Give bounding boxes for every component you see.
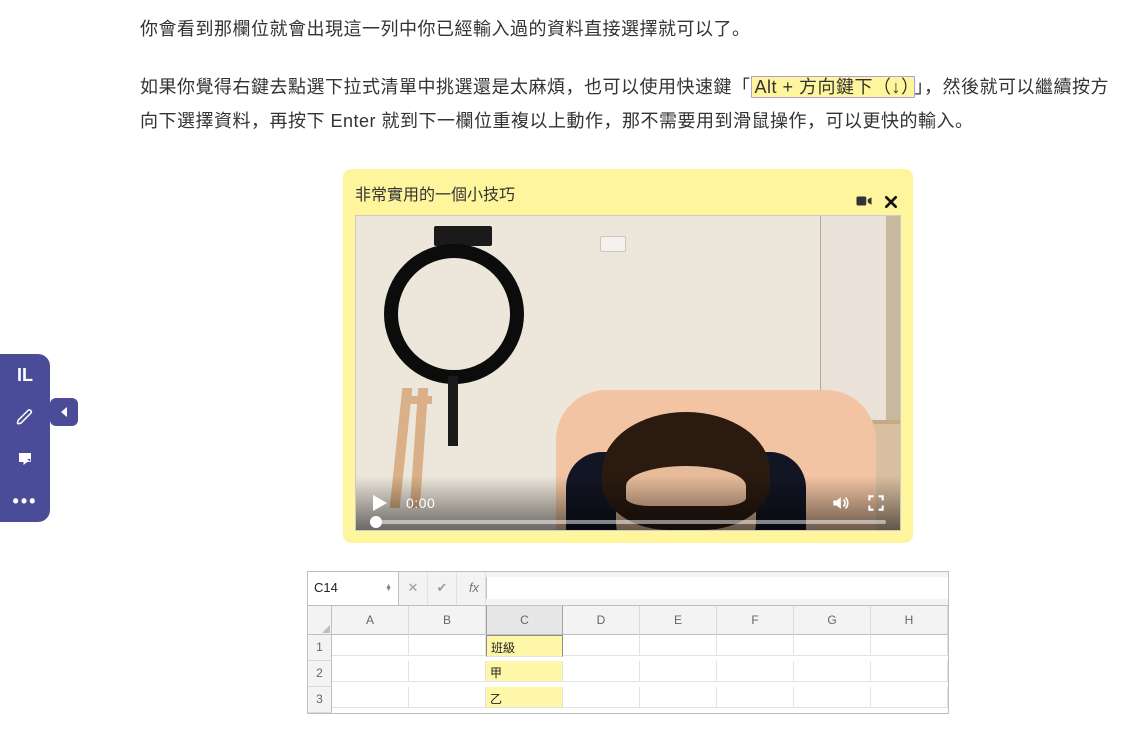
keyboard-shortcut-highlight: Alt + 方向鍵下（↓） bbox=[751, 76, 915, 98]
cell-H1[interactable] bbox=[871, 635, 948, 656]
confirm-icon[interactable]: ✔ bbox=[428, 572, 457, 605]
cell-D1[interactable] bbox=[563, 635, 640, 656]
cell-H2[interactable] bbox=[871, 661, 948, 682]
cell-H3[interactable] bbox=[871, 687, 948, 708]
side-toolbar: IL ••• bbox=[0, 354, 50, 522]
col-header-G[interactable]: G bbox=[794, 606, 871, 636]
camera-icon[interactable] bbox=[855, 187, 873, 205]
video-player[interactable]: 0:00 bbox=[355, 215, 901, 531]
col-header-C[interactable]: C bbox=[486, 606, 563, 636]
col-header-B[interactable]: B bbox=[409, 606, 486, 636]
paragraph-2: 如果你覺得右鍵去點選下拉式清單中挑選還是太麻煩，也可以使用快速鍵「Alt + 方… bbox=[140, 70, 1116, 138]
cell-G1[interactable] bbox=[794, 635, 871, 656]
toolbar-note[interactable] bbox=[0, 438, 50, 480]
formula-bar: C14 ▲▼ ✕ ✔ fx bbox=[308, 572, 948, 606]
row-header-2[interactable]: 2 bbox=[308, 661, 332, 687]
toolbar-more[interactable]: ••• bbox=[0, 480, 50, 522]
video-title: 非常實用的一個小技巧 bbox=[355, 181, 515, 211]
fx-label[interactable]: fx bbox=[457, 572, 486, 605]
paragraph-1: 你會看到那欄位就會出現這一列中你已經輸入過的資料直接選擇就可以了。 bbox=[140, 12, 1116, 46]
close-icon[interactable] bbox=[883, 187, 901, 205]
cell-A1[interactable] bbox=[332, 635, 409, 656]
cell-A3[interactable] bbox=[332, 687, 409, 708]
col-header-A[interactable]: A bbox=[332, 606, 409, 636]
cell-G3[interactable] bbox=[794, 687, 871, 708]
seek-handle[interactable] bbox=[370, 516, 382, 528]
video-current-time: 0:00 bbox=[406, 490, 435, 517]
name-box[interactable]: C14 ▲▼ bbox=[308, 572, 399, 605]
toolbar-collapse[interactable] bbox=[50, 398, 78, 426]
cell-A2[interactable] bbox=[332, 661, 409, 682]
spreadsheet-screenshot: C14 ▲▼ ✕ ✔ fx ABCDEFGH 1 班級 2 甲 3 乙 bbox=[307, 571, 949, 714]
cell-D3[interactable] bbox=[563, 687, 640, 708]
cell-C3[interactable]: 乙 bbox=[486, 687, 563, 708]
col-header-H[interactable]: H bbox=[871, 606, 948, 636]
video-annotation-card: 非常實用的一個小技巧 bbox=[343, 169, 913, 543]
col-header-F[interactable]: F bbox=[717, 606, 794, 636]
select-all-corner[interactable] bbox=[308, 606, 332, 636]
cell-C1[interactable]: 班級 bbox=[486, 635, 563, 657]
chevron-left-icon bbox=[61, 407, 67, 417]
seek-bar[interactable] bbox=[370, 520, 886, 524]
paragraph-2a: 如果你覺得右鍵去點選下拉式清單中挑選還是太麻煩，也可以使用快速鍵「 bbox=[140, 77, 751, 97]
cell-B2[interactable] bbox=[409, 661, 486, 682]
col-header-E[interactable]: E bbox=[640, 606, 717, 636]
name-box-value: C14 bbox=[314, 576, 338, 601]
cancel-icon[interactable]: ✕ bbox=[399, 572, 428, 605]
cell-F2[interactable] bbox=[717, 661, 794, 682]
name-box-stepper-icon: ▲▼ bbox=[385, 585, 392, 592]
volume-button[interactable] bbox=[830, 493, 850, 513]
col-header-D[interactable]: D bbox=[563, 606, 640, 636]
cell-D2[interactable] bbox=[563, 661, 640, 682]
cell-F1[interactable] bbox=[717, 635, 794, 656]
cell-E2[interactable] bbox=[640, 661, 717, 682]
cell-B1[interactable] bbox=[409, 635, 486, 656]
toolbar-logo[interactable]: IL bbox=[0, 354, 50, 396]
play-icon bbox=[373, 495, 387, 511]
cell-B3[interactable] bbox=[409, 687, 486, 708]
play-button[interactable] bbox=[370, 493, 390, 513]
toolbar-edit[interactable] bbox=[0, 396, 50, 438]
cell-E3[interactable] bbox=[640, 687, 717, 708]
row-header-3[interactable]: 3 bbox=[308, 687, 332, 713]
row-header-1[interactable]: 1 bbox=[308, 635, 332, 661]
cell-G2[interactable] bbox=[794, 661, 871, 682]
fullscreen-button[interactable] bbox=[866, 493, 886, 513]
cell-C2[interactable]: 甲 bbox=[486, 661, 563, 682]
formula-input[interactable] bbox=[486, 577, 948, 599]
cell-E1[interactable] bbox=[640, 635, 717, 656]
cell-F3[interactable] bbox=[717, 687, 794, 708]
